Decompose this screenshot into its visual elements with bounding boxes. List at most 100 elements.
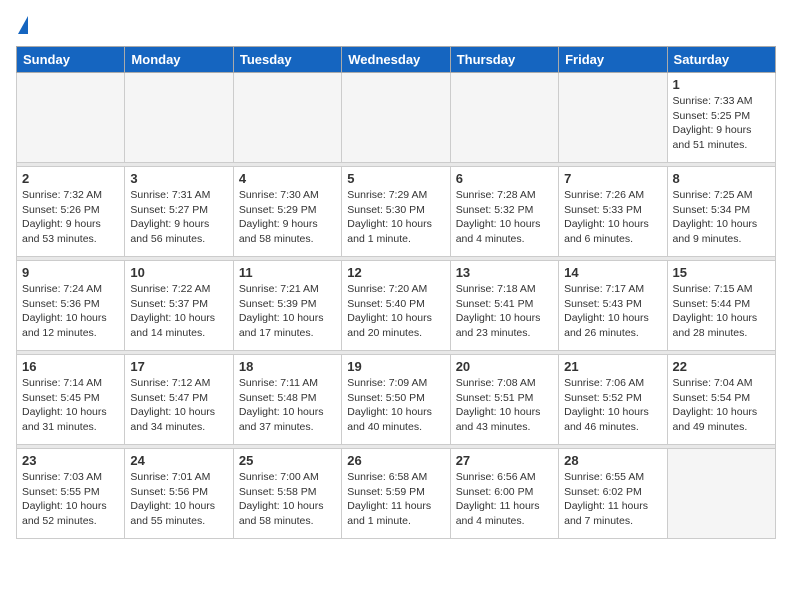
- day-number: 12: [347, 265, 444, 280]
- day-number: 11: [239, 265, 336, 280]
- calendar-day-cell: 1 Sunrise: 7:33 AM Sunset: 5:25 PM Daylig…: [667, 73, 775, 163]
- day-info: Sunrise: 7:20 AM Sunset: 5:40 PM Dayligh…: [347, 282, 444, 341]
- day-info: Sunrise: 6:55 AM Sunset: 6:02 PM Dayligh…: [564, 470, 661, 529]
- calendar-day-cell: 27 Sunrise: 6:56 AM Sunset: 6:00 PM Dayli…: [450, 449, 558, 539]
- day-number: 18: [239, 359, 336, 374]
- day-info: Sunrise: 7:04 AM Sunset: 5:54 PM Dayligh…: [673, 376, 770, 435]
- day-info: Sunrise: 6:58 AM Sunset: 5:59 PM Dayligh…: [347, 470, 444, 529]
- day-number: 17: [130, 359, 227, 374]
- day-number: 13: [456, 265, 553, 280]
- calendar-day-cell: 24 Sunrise: 7:01 AM Sunset: 5:56 PM Dayli…: [125, 449, 233, 539]
- day-info: Sunrise: 7:00 AM Sunset: 5:58 PM Dayligh…: [239, 470, 336, 529]
- weekday-header-cell: Wednesday: [342, 47, 450, 73]
- day-number: 3: [130, 171, 227, 186]
- day-info: Sunrise: 7:29 AM Sunset: 5:30 PM Dayligh…: [347, 188, 444, 247]
- day-info: Sunrise: 7:11 AM Sunset: 5:48 PM Dayligh…: [239, 376, 336, 435]
- day-info: Sunrise: 7:22 AM Sunset: 5:37 PM Dayligh…: [130, 282, 227, 341]
- calendar-week-row: 23 Sunrise: 7:03 AM Sunset: 5:55 PM Dayli…: [17, 449, 776, 539]
- calendar-day-cell: 8 Sunrise: 7:25 AM Sunset: 5:34 PM Daylig…: [667, 167, 775, 257]
- day-info: Sunrise: 7:03 AM Sunset: 5:55 PM Dayligh…: [22, 470, 119, 529]
- weekday-header-cell: Friday: [559, 47, 667, 73]
- day-info: Sunrise: 7:24 AM Sunset: 5:36 PM Dayligh…: [22, 282, 119, 341]
- day-number: 21: [564, 359, 661, 374]
- calendar-day-cell: 21 Sunrise: 7:06 AM Sunset: 5:52 PM Dayli…: [559, 355, 667, 445]
- day-number: 26: [347, 453, 444, 468]
- day-number: 15: [673, 265, 770, 280]
- day-number: 10: [130, 265, 227, 280]
- calendar-day-cell: 5 Sunrise: 7:29 AM Sunset: 5:30 PM Daylig…: [342, 167, 450, 257]
- calendar-week-row: 16 Sunrise: 7:14 AM Sunset: 5:45 PM Dayli…: [17, 355, 776, 445]
- day-number: 20: [456, 359, 553, 374]
- logo-triangle-icon: [18, 16, 28, 34]
- calendar-body: 1 Sunrise: 7:33 AM Sunset: 5:25 PM Daylig…: [17, 73, 776, 539]
- day-number: 27: [456, 453, 553, 468]
- calendar-week-row: 2Sunrise: 7:32 AM Sunset: 5:26 PM Daylig…: [17, 167, 776, 257]
- day-info: Sunrise: 7:18 AM Sunset: 5:41 PM Dayligh…: [456, 282, 553, 341]
- day-info: Sunrise: 7:21 AM Sunset: 5:39 PM Dayligh…: [239, 282, 336, 341]
- day-number: 25: [239, 453, 336, 468]
- calendar-day-cell: 23 Sunrise: 7:03 AM Sunset: 5:55 PM Dayli…: [17, 449, 125, 539]
- logo: [16, 16, 28, 36]
- calendar-day-cell: 7Sunrise: 7:26 AM Sunset: 5:33 PM Daylig…: [559, 167, 667, 257]
- calendar-day-cell: 10 Sunrise: 7:22 AM Sunset: 5:37 PM Dayli…: [125, 261, 233, 351]
- calendar-day-cell: 14Sunrise: 7:17 AM Sunset: 5:43 PM Dayli…: [559, 261, 667, 351]
- calendar-day-cell: 22Sunrise: 7:04 AM Sunset: 5:54 PM Dayli…: [667, 355, 775, 445]
- day-info: Sunrise: 7:28 AM Sunset: 5:32 PM Dayligh…: [456, 188, 553, 247]
- calendar-day-cell: [125, 73, 233, 163]
- day-number: 1: [673, 77, 770, 92]
- calendar-day-cell: 25 Sunrise: 7:00 AM Sunset: 5:58 PM Dayli…: [233, 449, 341, 539]
- day-info: Sunrise: 7:01 AM Sunset: 5:56 PM Dayligh…: [130, 470, 227, 529]
- calendar-day-cell: [233, 73, 341, 163]
- day-info: Sunrise: 7:09 AM Sunset: 5:50 PM Dayligh…: [347, 376, 444, 435]
- calendar-day-cell: 20 Sunrise: 7:08 AM Sunset: 5:51 PM Dayli…: [450, 355, 558, 445]
- day-info: Sunrise: 7:33 AM Sunset: 5:25 PM Dayligh…: [673, 94, 770, 153]
- day-info: Sunrise: 7:30 AM Sunset: 5:29 PM Dayligh…: [239, 188, 336, 247]
- day-number: 9: [22, 265, 119, 280]
- day-number: 8: [673, 171, 770, 186]
- day-info: Sunrise: 7:15 AM Sunset: 5:44 PM Dayligh…: [673, 282, 770, 341]
- day-number: 28: [564, 453, 661, 468]
- calendar-week-row: 1 Sunrise: 7:33 AM Sunset: 5:25 PM Daylig…: [17, 73, 776, 163]
- weekday-header-cell: Saturday: [667, 47, 775, 73]
- day-info: Sunrise: 7:06 AM Sunset: 5:52 PM Dayligh…: [564, 376, 661, 435]
- calendar-day-cell: 11 Sunrise: 7:21 AM Sunset: 5:39 PM Dayli…: [233, 261, 341, 351]
- day-info: Sunrise: 7:14 AM Sunset: 5:45 PM Dayligh…: [22, 376, 119, 435]
- calendar-day-cell: 12 Sunrise: 7:20 AM Sunset: 5:40 PM Dayli…: [342, 261, 450, 351]
- weekday-header-cell: Monday: [125, 47, 233, 73]
- day-number: 14: [564, 265, 661, 280]
- day-info: Sunrise: 7:25 AM Sunset: 5:34 PM Dayligh…: [673, 188, 770, 247]
- day-number: 7: [564, 171, 661, 186]
- calendar-day-cell: [342, 73, 450, 163]
- calendar-table: SundayMondayTuesdayWednesdayThursdayFrid…: [16, 46, 776, 539]
- weekday-header-row: SundayMondayTuesdayWednesdayThursdayFrid…: [17, 47, 776, 73]
- calendar-week-row: 9 Sunrise: 7:24 AM Sunset: 5:36 PM Daylig…: [17, 261, 776, 351]
- day-info: Sunrise: 7:32 AM Sunset: 5:26 PM Dayligh…: [22, 188, 119, 247]
- day-number: 16: [22, 359, 119, 374]
- weekday-header-cell: Thursday: [450, 47, 558, 73]
- day-number: 24: [130, 453, 227, 468]
- calendar-day-cell: 2Sunrise: 7:32 AM Sunset: 5:26 PM Daylig…: [17, 167, 125, 257]
- day-info: Sunrise: 7:08 AM Sunset: 5:51 PM Dayligh…: [456, 376, 553, 435]
- day-number: 4: [239, 171, 336, 186]
- calendar-day-cell: 9 Sunrise: 7:24 AM Sunset: 5:36 PM Daylig…: [17, 261, 125, 351]
- calendar-day-cell: 26 Sunrise: 6:58 AM Sunset: 5:59 PM Dayli…: [342, 449, 450, 539]
- day-info: Sunrise: 7:12 AM Sunset: 5:47 PM Dayligh…: [130, 376, 227, 435]
- calendar-day-cell: [17, 73, 125, 163]
- calendar-day-cell: 19Sunrise: 7:09 AM Sunset: 5:50 PM Dayli…: [342, 355, 450, 445]
- calendar-day-cell: [450, 73, 558, 163]
- weekday-header-cell: Sunday: [17, 47, 125, 73]
- calendar-day-cell: 3 Sunrise: 7:31 AM Sunset: 5:27 PM Daylig…: [125, 167, 233, 257]
- day-info: Sunrise: 7:31 AM Sunset: 5:27 PM Dayligh…: [130, 188, 227, 247]
- page-header: [16, 16, 776, 36]
- calendar-day-cell: 18 Sunrise: 7:11 AM Sunset: 5:48 PM Dayli…: [233, 355, 341, 445]
- day-info: Sunrise: 6:56 AM Sunset: 6:00 PM Dayligh…: [456, 470, 553, 529]
- day-number: 5: [347, 171, 444, 186]
- calendar-day-cell: 6 Sunrise: 7:28 AM Sunset: 5:32 PM Daylig…: [450, 167, 558, 257]
- calendar-day-cell: [559, 73, 667, 163]
- calendar-day-cell: 15 Sunrise: 7:15 AM Sunset: 5:44 PM Dayli…: [667, 261, 775, 351]
- calendar-day-cell: 17 Sunrise: 7:12 AM Sunset: 5:47 PM Dayli…: [125, 355, 233, 445]
- calendar-day-cell: 4 Sunrise: 7:30 AM Sunset: 5:29 PM Daylig…: [233, 167, 341, 257]
- calendar-day-cell: 13 Sunrise: 7:18 AM Sunset: 5:41 PM Dayli…: [450, 261, 558, 351]
- day-number: 23: [22, 453, 119, 468]
- day-number: 6: [456, 171, 553, 186]
